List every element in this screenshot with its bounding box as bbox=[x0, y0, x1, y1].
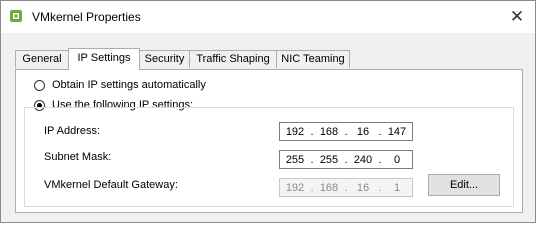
subnet-mask-octet[interactable]: 255 bbox=[314, 154, 344, 166]
tab-ip-settings[interactable]: IP Settings bbox=[68, 48, 140, 70]
ip-address-octet[interactable]: 16 bbox=[348, 126, 378, 138]
tab-traffic-shaping[interactable]: Traffic Shaping bbox=[189, 50, 277, 68]
tab-nic-teaming[interactable]: NIC Teaming bbox=[276, 50, 350, 68]
edit-gateway-button[interactable]: Edit... bbox=[428, 174, 500, 196]
gateway-field: 192 . 168 . 16 . 1 bbox=[279, 178, 413, 197]
close-icon: ✕ bbox=[509, 7, 525, 26]
subnet-mask-octet[interactable]: 255 bbox=[280, 154, 310, 166]
ip-settings-panel: Obtain IP settings automatically Use the… bbox=[15, 69, 523, 213]
ip-address-field[interactable]: 192 . 168 . 16 . 147 bbox=[279, 122, 413, 141]
tab-security[interactable]: Security bbox=[139, 50, 190, 68]
obtain-automatically-radio[interactable] bbox=[34, 79, 45, 91]
vmware-icon bbox=[10, 10, 22, 22]
ip-address-label: IP Address: bbox=[44, 125, 101, 137]
subnet-mask-field[interactable]: 255 . 255 . 240 . 0 bbox=[279, 150, 413, 169]
ip-address-octet[interactable]: 147 bbox=[382, 126, 412, 138]
ip-address-octet[interactable]: 192 bbox=[280, 126, 310, 138]
gateway-octet: 16 bbox=[356, 181, 370, 194]
subnet-mask-octet[interactable]: 240 bbox=[348, 154, 378, 166]
obtain-automatically-option[interactable]: Obtain IP settings automatically bbox=[34, 79, 206, 91]
close-button[interactable]: ✕ bbox=[507, 7, 527, 27]
subnet-mask-octet[interactable]: 0 bbox=[382, 154, 412, 166]
gateway-octet: 168 bbox=[319, 181, 339, 194]
subnet-mask-label: Subnet Mask: bbox=[44, 151, 112, 163]
title-bar[interactable]: VMkernel Properties ✕ bbox=[1, 1, 535, 33]
gateway-octet: 192 bbox=[285, 181, 305, 194]
gateway-octet: 1 bbox=[393, 181, 401, 194]
tab-general[interactable]: General bbox=[15, 50, 69, 68]
window-title: VMkernel Properties bbox=[32, 10, 141, 24]
dialog-window: VMkernel Properties ✕ General IP Setting… bbox=[0, 0, 536, 223]
gateway-label: VMkernel Default Gateway: bbox=[44, 179, 178, 191]
ip-address-octet[interactable]: 168 bbox=[314, 126, 344, 138]
obtain-automatically-label: Obtain IP settings automatically bbox=[52, 79, 206, 91]
